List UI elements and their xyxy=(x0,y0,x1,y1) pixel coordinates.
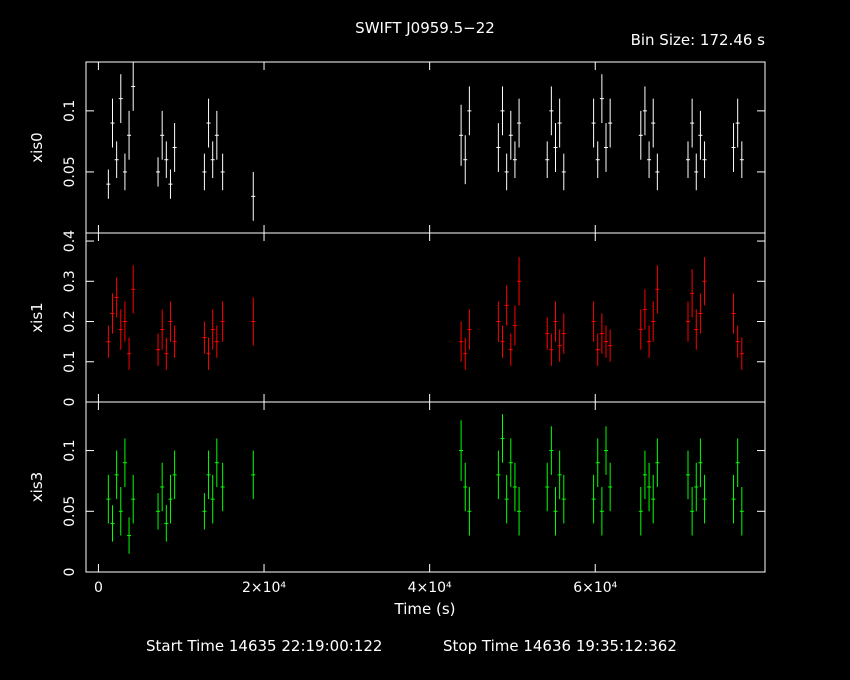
y-tick-label: 0.1 xyxy=(62,100,78,122)
y-axis-label: xis1 xyxy=(28,302,46,332)
stop-time-label: Stop Time 14636 19:35:12:362 xyxy=(443,637,677,655)
chart-background xyxy=(0,0,850,680)
y-axis-label: xis0 xyxy=(28,132,46,162)
y-tick-label: 0.05 xyxy=(62,496,78,527)
bin-size-label: Bin Size: 172.46 s xyxy=(631,31,766,49)
chart-title: SWIFT J0959.5−22 xyxy=(355,19,495,37)
y-tick-label: 0 xyxy=(62,568,78,577)
y-tick-label: 0.1 xyxy=(62,439,78,461)
x-tick-label: 2×10⁴ xyxy=(242,580,286,596)
y-tick-label: 0.3 xyxy=(62,270,78,292)
x-tick-label: 6×10⁴ xyxy=(573,580,617,596)
y-axis-label: xis3 xyxy=(28,472,46,502)
y-tick-label: 0.05 xyxy=(62,156,78,187)
x-axis-label: Time (s) xyxy=(394,600,456,618)
y-tick-label: 0.1 xyxy=(62,351,78,373)
start-time-label: Start Time 14635 22:19:00:122 xyxy=(146,637,382,655)
y-tick-label: 0.4 xyxy=(62,230,78,252)
lightcurve-chart: SWIFT J0959.5−22 Bin Size: 172.46 s 0.05… xyxy=(0,0,850,680)
x-tick-label: 4×10⁴ xyxy=(408,580,452,596)
y-tick-label: 0.2 xyxy=(62,310,78,332)
y-tick-label: 0 xyxy=(62,398,78,407)
x-tick-label: 0 xyxy=(94,580,103,596)
